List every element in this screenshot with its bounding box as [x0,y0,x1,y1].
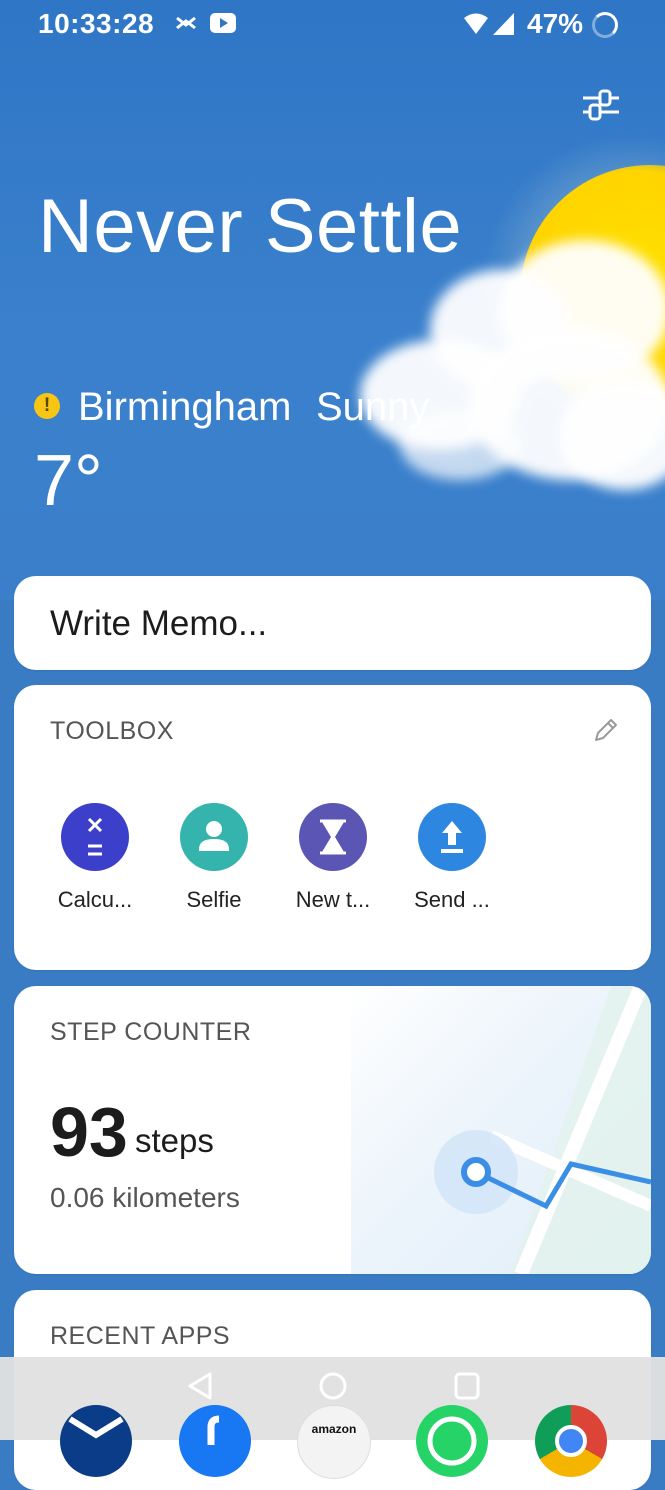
chrome-app-icon[interactable] [535,1405,607,1477]
step-counter-card[interactable]: STEP COUNTER 93 steps 0.06 kilometers [14,986,651,1274]
battery-saver-icon [592,12,618,38]
hourglass-icon [299,803,367,871]
battery-percent: 47% [527,8,584,39]
sliders-icon[interactable] [580,85,622,125]
tool-label: Calcu... [57,887,133,912]
write-memo-card[interactable]: Write Memo... [14,576,651,670]
temperature[interactable]: 7° [34,440,103,522]
map-illustration [351,986,651,1274]
back-icon[interactable] [186,1371,214,1401]
weather-condition: Sunny [316,385,430,429]
tool-send-file[interactable]: Send ... [402,803,502,913]
step-unit: steps [135,1122,214,1159]
tool-selfie[interactable]: Selfie [164,803,264,913]
recents-icon[interactable] [453,1371,481,1401]
halifax-app-icon[interactable] [60,1405,132,1477]
youtube-icon [210,13,236,33]
upload-icon [418,803,486,871]
city-name: Birmingham [78,385,292,429]
warning-icon: ! [34,393,60,419]
pencil-icon[interactable] [591,715,621,745]
status-time: 10:33:28 [38,8,155,39]
step-counter-title: STEP COUNTER [50,1018,252,1046]
tool-calculator[interactable]: Calcu... [45,803,145,913]
toolbox-card: TOOLBOX Calcu... Selfie New t... Send ..… [14,685,651,970]
slogan-heading: Never Settle [38,184,463,269]
recent-apps-title: RECENT APPS [50,1322,231,1350]
toolbox-title: TOOLBOX [50,717,174,745]
tool-label: Selfie [186,887,242,912]
tool-new-timer[interactable]: New t... [283,803,383,913]
home-icon[interactable] [318,1371,348,1401]
memo-placeholder[interactable]: Write Memo... [50,604,267,644]
step-distance: 0.06 kilometers [50,1182,240,1213]
chrome-center [555,1425,587,1457]
tool-label: New t... [295,887,371,912]
status-bar: 10:33:28 47% [0,0,665,50]
whatsapp-app-icon[interactable] [416,1405,488,1477]
facebook-app-icon[interactable] [179,1405,251,1477]
halifax-icon [176,16,196,30]
amazon-wordmark: amazon [311,1422,357,1436]
tool-label: Send ... [414,887,490,912]
wifi-icon [464,13,488,34]
navigation-dock: amazon [0,1357,665,1479]
calculator-icon [61,803,129,871]
amazon-app-icon[interactable]: amazon [297,1405,371,1479]
person-icon [180,803,248,871]
signal-icon [493,13,514,35]
step-count: 93 [50,1093,128,1171]
